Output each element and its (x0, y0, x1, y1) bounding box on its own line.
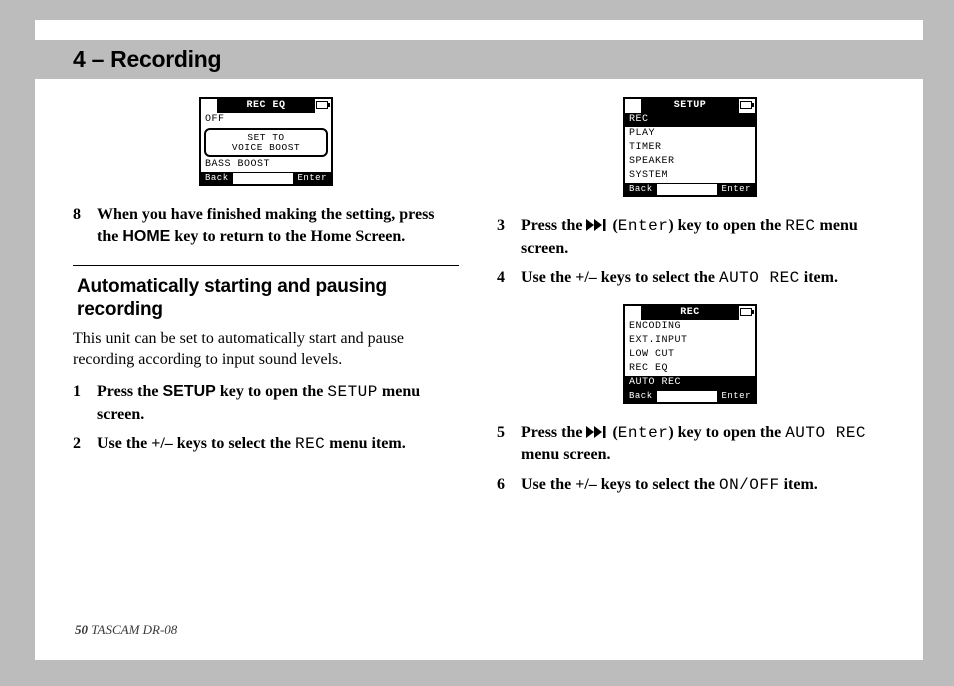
lcd-text: Enter (618, 424, 669, 442)
lcd-text: Enter (618, 217, 669, 235)
lcd-row: PLAY (625, 127, 755, 141)
fast-forward-icon (586, 426, 608, 438)
lcd-row: BASS BOOST (201, 158, 331, 172)
lcd-screenshot-receq: REC EQ OFF SET TO VOICE BOOST BASS BOOST… (73, 97, 459, 186)
manual-page: 4 – Recording REC EQ OFF SET TO VOICE BO… (35, 20, 923, 660)
lcd-footer: Back Enter (625, 183, 755, 195)
lcd-text: AUTO REC (719, 269, 800, 287)
lcd-row: EXT.INPUT (625, 334, 755, 348)
step-number: 6 (497, 474, 511, 497)
lcd-row: LOW CUT (625, 348, 755, 362)
step-text: When you have finished making the settin… (97, 204, 459, 247)
step-1: 1 Press the SETUP key to open the SETUP … (73, 381, 459, 425)
lcd-screenshot-setup: SETUP REC PLAY TIMER SPEAKER SYSTEM Back… (497, 97, 883, 197)
step-number: 3 (497, 215, 511, 259)
step-2: 2 Use the +/– keys to select the REC men… (73, 433, 459, 456)
step-text: Press the (Enter) key to open the AUTO R… (521, 422, 883, 466)
lcd-text: REC (295, 435, 325, 453)
step-number: 1 (73, 381, 87, 425)
battery-icon (740, 308, 752, 316)
lcd-title: REC (641, 306, 739, 320)
lcd-popup-line: VOICE BOOST (206, 143, 326, 153)
step-number: 2 (73, 433, 87, 456)
step-text: Use the +/– keys to select the ON/OFF it… (521, 474, 818, 497)
lcd-text: REC (785, 217, 815, 235)
lcd-title: SETUP (641, 99, 739, 113)
lcd-row-selected: AUTO REC (625, 376, 755, 390)
section-divider (73, 265, 459, 266)
chapter-title: 4 – Recording (73, 46, 923, 73)
step-6: 6 Use the +/– keys to select the ON/OFF … (497, 474, 883, 497)
lcd-title: REC EQ (217, 99, 315, 113)
lcd-back-label: Back (201, 173, 233, 184)
battery-icon (316, 101, 328, 109)
two-column-layout: REC EQ OFF SET TO VOICE BOOST BASS BOOST… (73, 97, 883, 505)
fast-forward-icon (586, 219, 608, 231)
step-8: 8 When you have finished making the sett… (73, 204, 459, 247)
step-5: 5 Press the (Enter) key to open the AUTO… (497, 422, 883, 466)
left-column: REC EQ OFF SET TO VOICE BOOST BASS BOOST… (73, 97, 459, 505)
step-text: Press the SETUP key to open the SETUP me… (97, 381, 459, 425)
lcd-back-label: Back (625, 184, 657, 195)
lcd-row: SYSTEM (625, 169, 755, 183)
step-4: 4 Use the +/– keys to select the AUTO RE… (497, 267, 883, 290)
lcd-row: SPEAKER (625, 155, 755, 169)
lcd-enter-label: Enter (717, 391, 755, 402)
section-paragraph: This unit can be set to automatically st… (73, 328, 459, 371)
lcd-text: ON/OFF (719, 476, 780, 494)
key-home: HOME (122, 228, 170, 245)
step-text: Use the +/– keys to select the AUTO REC … (521, 267, 838, 290)
step-number: 4 (497, 267, 511, 290)
step-number: 5 (497, 422, 511, 466)
lcd-enter-label: Enter (293, 173, 331, 184)
lcd-footer: Back Enter (201, 172, 331, 184)
lcd-enter-label: Enter (717, 184, 755, 195)
lcd-popup: SET TO VOICE BOOST (204, 128, 328, 157)
lcd-row: REC EQ (625, 362, 755, 376)
lcd-row: TIMER (625, 141, 755, 155)
lcd-row: OFF (201, 113, 331, 127)
model-name: TASCAM DR-08 (88, 622, 177, 637)
lcd-row-selected: REC (625, 113, 755, 127)
lcd-screenshot-rec: REC ENCODING EXT.INPUT LOW CUT REC EQ AU… (497, 304, 883, 404)
lcd-row: ENCODING (625, 320, 755, 334)
chapter-header: 4 – Recording (35, 40, 923, 79)
section-heading: Automatically starting and pausing recor… (77, 276, 459, 322)
step-text: Use the +/– keys to select the REC menu … (97, 433, 406, 456)
page-footer: 50 TASCAM DR-08 (75, 622, 177, 638)
step-text: Press the (Enter) key to open the REC me… (521, 215, 883, 259)
step-number: 8 (73, 204, 87, 247)
battery-icon (740, 101, 752, 109)
right-column: SETUP REC PLAY TIMER SPEAKER SYSTEM Back… (497, 97, 883, 505)
lcd-text: SETUP (327, 383, 378, 401)
key-setup: SETUP (162, 383, 215, 400)
page-number: 50 (75, 622, 88, 637)
lcd-back-label: Back (625, 391, 657, 402)
step-3: 3 Press the (Enter) key to open the REC … (497, 215, 883, 259)
lcd-text: AUTO REC (785, 424, 866, 442)
lcd-footer: Back Enter (625, 390, 755, 402)
